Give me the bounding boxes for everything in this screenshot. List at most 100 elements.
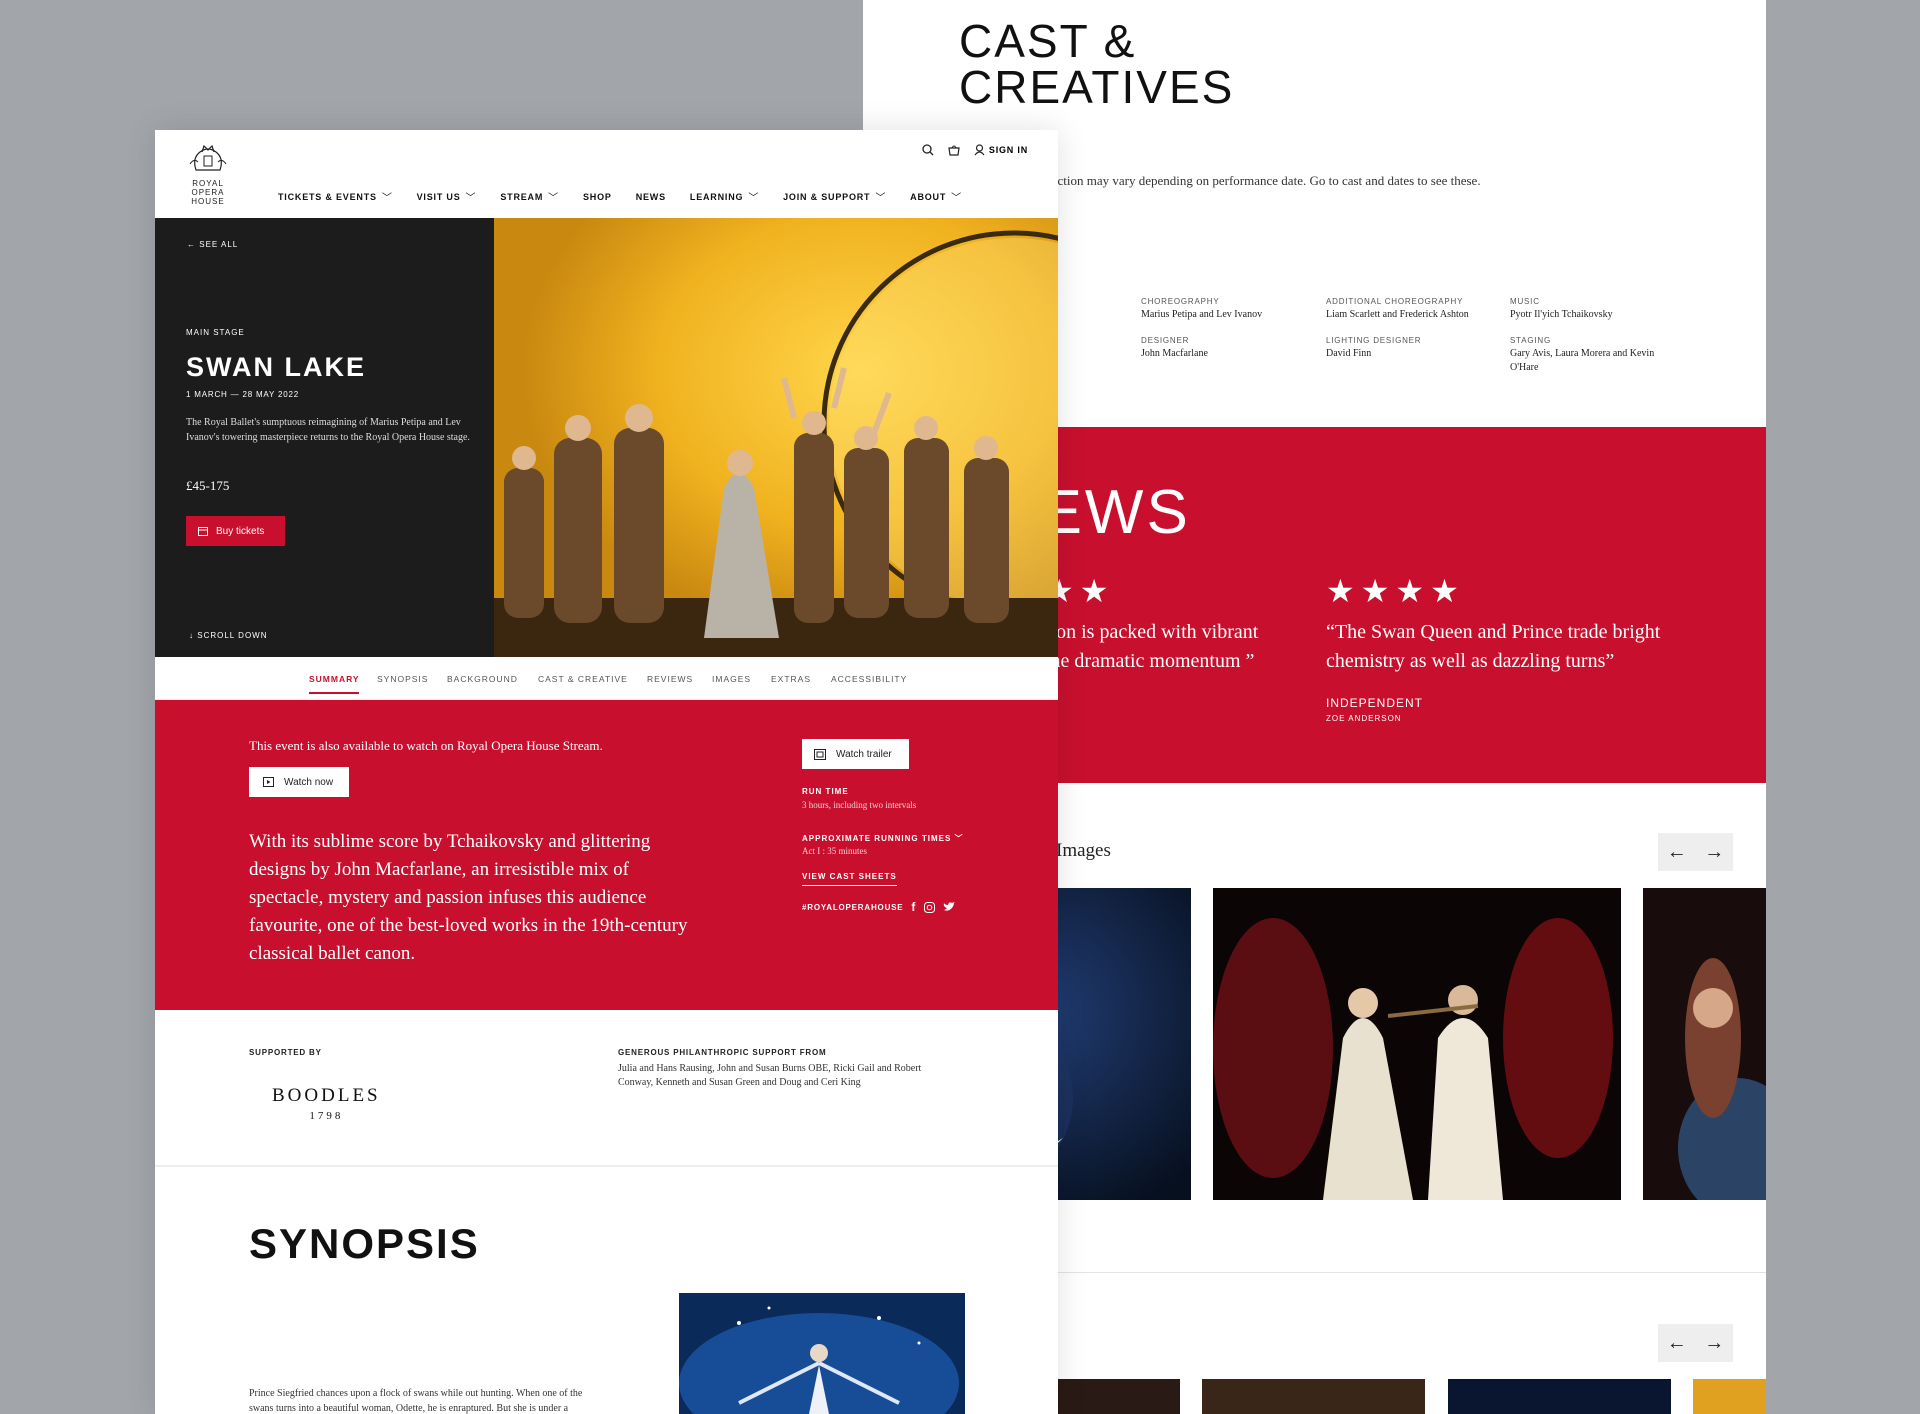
images-title: Images [1056,840,1111,861]
chevron-down-icon: ﹀ [465,193,477,204]
run-time-value: 3 hours, including two intervals [802,800,917,810]
chevron-down-icon: ﹀ [951,193,962,204]
credit-additional-choreography: Additional choreography Liam Scarlett and… [1326,297,1469,320]
synopsis-image [679,1293,965,1414]
cast-creatives-title: CAST & CREATIVES [959,15,1235,113]
instagram-icon[interactable] [924,901,936,913]
star-rating: ★★★★ [1326,573,1465,609]
main-nav: TICKETS & EVENTS ﹀ VISIT US ﹀ STREAM ﹀ SHOP… [278,189,986,205]
review-source: INDEPENDENT [1326,696,1424,710]
stream-availability: This event is also available to watch on… [249,738,603,753]
arrow-left-icon[interactable]: ← [1658,1324,1696,1362]
cast-note: uction may vary depending on performance… [1051,173,1481,188]
arrow-left-icon[interactable]: ← [1658,833,1696,871]
basket-icon[interactable] [948,144,960,156]
summary-section: This event is also available to watch on… [155,700,1058,1010]
summary-lead: With its sublime score by Tchaikovsky an… [249,831,688,964]
synopsis-text: Prince Siegfried chances upon a flock of… [249,1388,583,1414]
philanthropic-label: GENEROUS PHILANTHROPIC SUPPORT FROM [618,1048,827,1057]
credit-designer: Designer John Macfarlane [1141,336,1208,359]
stage-photo [494,218,1058,657]
thumbnail[interactable] [1448,1379,1671,1414]
running-times-toggle[interactable]: APPROXIMATE RUNNING TIMES ﹀ [802,833,964,844]
chevron-down-icon: ﹀ [954,834,964,843]
event-page: ROYAL OPERA HOUSE SIGN IN TICKETS & EVEN… [155,130,1058,1414]
arrow-right-icon[interactable]: → [1696,1324,1734,1362]
credit-choreography: Choreography Marius Petipa and Lev Ivanov [1141,297,1263,320]
nav-visit-us[interactable]: VISIT US ﹀ [417,189,477,205]
search-icon[interactable] [922,144,934,156]
tab-reviews[interactable]: REVIEWS [647,674,693,684]
tab-summary[interactable]: SUMMARY [309,674,360,684]
supported-by-label: SUPPORTED BY [249,1048,322,1057]
swan-dancer-image [679,1293,965,1414]
event-price: £45-175 [186,478,230,493]
thumbnail[interactable] [1202,1379,1425,1414]
tab-synopsis[interactable]: SYNOPSIS [377,674,428,684]
chevron-down-icon: ﹀ [548,193,559,204]
watch-now-button[interactable]: Watch now [249,767,349,797]
play-icon [263,777,274,787]
star-rating: ★★ [1045,573,1115,609]
nav-news[interactable]: NEWS [636,189,666,204]
thumbnail[interactable] [1693,1379,1766,1414]
site-header: ROYAL OPERA HOUSE SIGN IN TICKETS & EVEN… [155,130,1058,218]
nav-join-support[interactable]: JOIN & SUPPORT ﹀ [783,189,887,205]
gallery-arrows: ← → [1658,1324,1733,1362]
tab-extras[interactable]: EXTRAS [771,674,811,684]
nav-shop[interactable]: SHOP [583,189,612,204]
credit-music: Music Pyotr Il'yich Tchaikovsky [1510,297,1613,320]
hero-info-panel: ← SEE ALL MAIN STAGE SWAN LAKE 1 MARCH —… [155,218,494,657]
nav-learning[interactable]: LEARNING ﹀ [690,189,759,205]
gallery-arrows: ← → [1658,833,1733,871]
arrow-right-icon[interactable]: → [1696,833,1734,871]
event-dates: 1 MARCH — 28 MAY 2022 [186,390,299,399]
view-cast-sheets-link[interactable]: VIEW CAST SHEETS [802,872,897,886]
nav-about[interactable]: ABOUT ﹀ [910,189,962,205]
review-author: ZOE ANDERSON [1326,714,1402,723]
film-icon [814,748,826,760]
running-times-value: Act I : 35 minutes [802,846,867,856]
header-utilities: SIGN IN [922,144,1028,156]
twitter-icon[interactable] [943,902,956,912]
event-description: The Royal Ballet's sumptuous reimagining… [186,417,470,443]
active-tab-indicator [309,692,359,694]
roh-logo[interactable]: ROYAL OPERA HOUSE [185,144,231,206]
social-links: #ROYALOPERAHOUSE f [802,900,956,914]
credit-lighting: Lighting designer David Finn [1326,336,1422,359]
scroll-down-link[interactable]: ↓ SCROLL DOWN [189,631,268,640]
boodles-logo: BOODLES 1798 [272,1085,381,1123]
nav-tickets-events[interactable]: TICKETS & EVENTS ﹀ [278,189,393,205]
calendar-icon [198,527,208,536]
hashtag: #ROYALOPERAHOUSE [802,902,904,912]
event-hero: ← SEE ALL MAIN STAGE SWAN LAKE 1 MARCH —… [155,218,1058,657]
nav-stream[interactable]: STREAM ﹀ [500,189,559,205]
tab-background[interactable]: BACKGROUND [447,674,518,684]
crest-icon [189,144,227,171]
credit-staging: Staging Gary Avis, Laura Morera and Kevin… [1510,336,1655,373]
facebook-icon[interactable]: f [911,900,916,914]
run-time-label: RUN TIME [802,787,849,796]
buy-tickets-button[interactable]: Buy tickets [186,516,285,546]
watch-trailer-button[interactable]: Watch trailer [802,739,909,769]
review-quote: tion is packed with vibrant the dramatic… [1045,621,1259,672]
sign-in-link[interactable]: SIGN IN [974,144,1028,156]
hero-image [494,218,1058,657]
gallery-image[interactable] [1643,888,1766,1200]
tab-accessibility[interactable]: ACCESSIBILITY [831,674,907,684]
ballet-scene-image [1643,888,1766,1200]
review-card: ★★★★ “The Swan Queen and Prince trade br… [1326,572,1706,723]
tab-images[interactable]: IMAGES [712,674,751,684]
flute-scene-image [1213,888,1621,1200]
event-title: SWAN LAKE [186,352,366,382]
event-section-nav: SUMMARY SYNOPSIS BACKGROUND CAST & CREAT… [155,657,1058,700]
synopsis-title: SYNOPSIS [249,1220,480,1267]
chevron-down-icon: ﹀ [875,193,887,204]
gallery-image[interactable] [1213,888,1621,1200]
see-all-link[interactable]: ← SEE ALL [187,240,238,249]
venue-label: MAIN STAGE [186,328,245,337]
tab-cast-creative[interactable]: CAST & CREATIVE [538,674,628,684]
philanthropic-names: Julia and Hans Rausing, John and Susan B… [618,1063,922,1088]
review-card: ★★ tion is packed with vibrant the drama… [1045,572,1265,676]
supporters-section: SUPPORTED BY BOODLES 1798 GENEROUS PHILA… [155,1010,1058,1167]
